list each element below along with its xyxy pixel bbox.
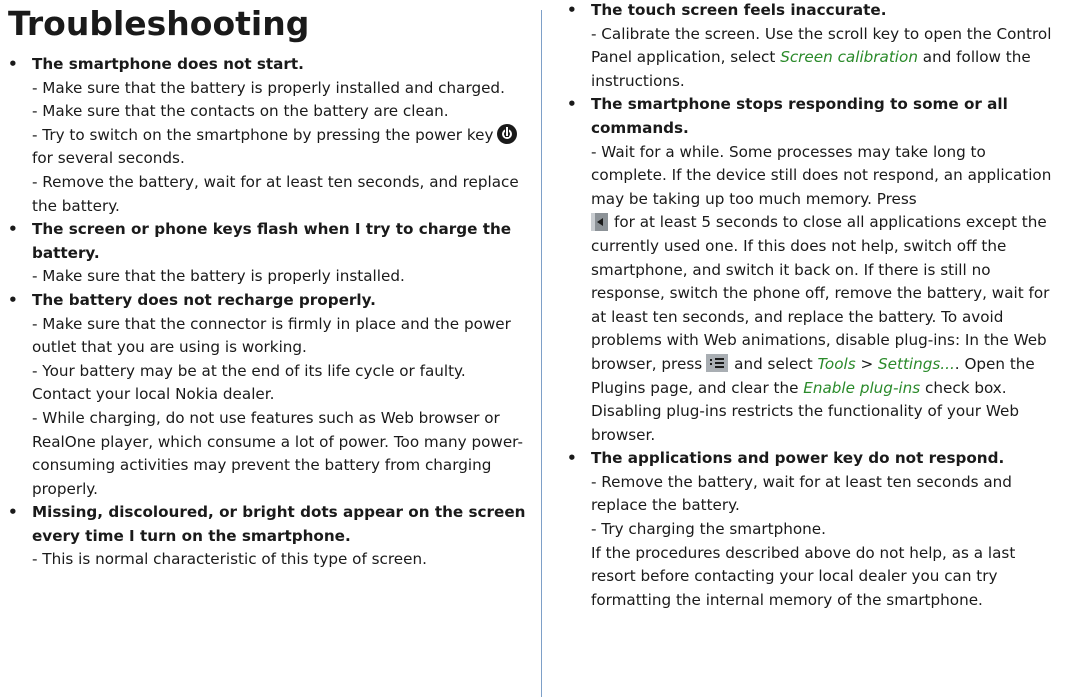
page-title: Troubleshooting [8,4,310,43]
bullet: • [8,290,18,309]
list-item: • The applications and power key do not … [567,447,1062,612]
answer-text: - Try to switch on the smartphone by pre… [32,125,494,144]
separator: > [860,354,874,373]
answer-line: - Make sure that the battery is properly… [32,267,405,286]
bullet: • [8,55,18,73]
answer-line: - Wait for a while. Some processes may t… [591,141,1062,448]
answer-line: If the procedures described above do not… [591,543,1016,609]
question: The smartphone does not start. [32,55,304,73]
troubleshooting-list-left: • The smartphone does not start. - Make … [8,53,528,572]
answer-line: - Try charging the smartphone. [591,520,826,539]
answer-line: - Your battery may be at the end of its … [32,361,466,404]
bullet: • [567,95,577,114]
list-item: • The battery does not recharge properly… [8,289,528,501]
list-item: • The smartphone stops responding to som… [567,93,1062,447]
answer-line: - Try to switch on the smartphone by pre… [32,124,528,171]
bullet: • [567,449,577,468]
answer-line: - Calibrate the screen. Use the scroll k… [591,23,1062,94]
list-item: • The screen or phone keys flash when I … [8,218,528,289]
answer-text: and select [734,354,813,373]
answer-text: for at least 5 seconds to close all appl… [591,213,1050,373]
question: The battery does not recharge properly. [32,290,376,309]
power-key-icon [497,124,518,145]
question: The smartphone stops responding to some … [591,95,1008,137]
answer-line: - Make sure that the contacts on the bat… [32,102,449,121]
answer-line: - While charging, do not use features su… [32,408,523,498]
right-column: • The touch screen feels inaccurate. - C… [567,0,1062,612]
answer-text: for several seconds. [32,149,185,168]
question: The touch screen feels inaccurate. [591,1,887,19]
back-key-icon [591,212,608,231]
enable-plugins-link[interactable]: Enable plug-ins [803,379,920,397]
list-item: • The smartphone does not start. - Make … [8,53,528,218]
answer-line: - Remove the battery, wait for at least … [32,172,519,215]
column-divider [541,10,542,697]
settings-link[interactable]: Settings... [878,355,955,373]
answer-line: - Remove the battery, wait for at least … [591,472,1012,515]
tools-link[interactable]: Tools [818,355,856,373]
left-column: Troubleshooting • The smartphone does no… [8,0,528,572]
answer-line: - This is normal characteristic of this … [32,550,427,569]
bullet: • [567,1,577,19]
question: The applications and power key do not re… [591,449,1005,468]
answer-line: - Make sure that the battery is properly… [32,78,505,97]
list-item: • The touch screen feels inaccurate. - C… [567,0,1062,93]
question: Missing, discoloured, or bright dots app… [32,503,526,545]
menu-key-icon [706,354,729,373]
list-item: • Missing, discoloured, or bright dots a… [8,501,528,572]
screen-calibration-link[interactable]: Screen calibration [780,48,918,66]
bullet: • [8,220,18,239]
answer-line: - Make sure that the connector is firmly… [32,314,511,357]
bullet: • [8,503,18,522]
question: The screen or phone keys flash when I tr… [32,220,512,262]
answer-text: - Wait for a while. Some processes may t… [591,142,1052,208]
troubleshooting-list-right: • The touch screen feels inaccurate. - C… [567,0,1062,612]
